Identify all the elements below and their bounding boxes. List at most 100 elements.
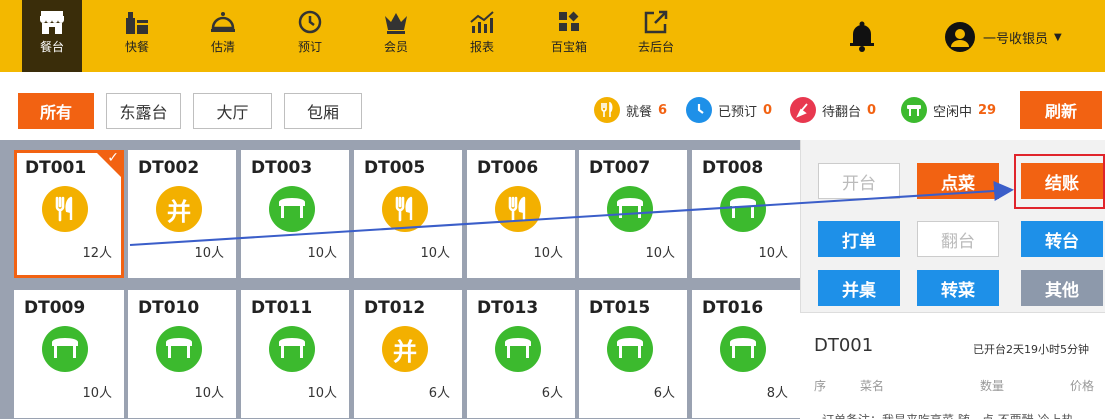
broom-icon: [790, 97, 816, 123]
table-card[interactable]: DT012 并 6人: [354, 290, 462, 418]
user-menu[interactable]: 一号收银员 ▼: [945, 22, 1062, 52]
nav-item-reservation[interactable]: 预订: [280, 0, 340, 72]
table-grid: DT001 12人 ✓ DT002 并 10人 DT003 10人 DT005 10人 DT006 1…: [0, 140, 800, 419]
table-seats: 10人: [82, 386, 112, 401]
table-card[interactable]: DT011 10人: [241, 290, 349, 418]
legend-count: 29: [978, 102, 997, 118]
refresh-button[interactable]: 刷新: [1020, 91, 1102, 129]
nav-label: 餐台: [39, 40, 64, 54]
order-table-name: DT001: [814, 335, 874, 356]
table-card[interactable]: DT005 10人: [354, 150, 462, 278]
open-table-button[interactable]: 开台: [818, 163, 900, 199]
table-icon: [720, 186, 766, 232]
nav-item-soldout[interactable]: 估清: [193, 0, 253, 72]
table-icon: [269, 326, 315, 372]
nav-item-fastfood[interactable]: 快餐: [107, 0, 167, 72]
legend-free: 空闲中 29: [901, 95, 996, 125]
legend-label: 就餐: [626, 104, 653, 120]
table-seats: 10人: [758, 246, 788, 261]
table-icon: [42, 326, 88, 372]
nav-label: 估清: [210, 40, 235, 54]
filter-all[interactable]: 所有: [18, 93, 94, 129]
merge-table-button[interactable]: 并桌: [818, 270, 900, 306]
check-icon: ✓: [107, 150, 119, 166]
legend-dining: 就餐 6: [594, 95, 667, 125]
transfer-table-button[interactable]: 转台: [1021, 221, 1103, 257]
filter-hall[interactable]: 大厅: [193, 93, 272, 129]
shop-icon: [40, 11, 64, 34]
table-icon: [607, 186, 653, 232]
table-seats: 10人: [533, 246, 563, 261]
other-button[interactable]: 其他: [1021, 270, 1103, 306]
table-name: DT011: [251, 298, 313, 318]
table-card[interactable]: DT001 12人 ✓: [14, 150, 124, 278]
column-header-qty: 数量: [980, 379, 1005, 393]
table-name: DT003: [251, 158, 313, 178]
table-seats: 6人: [541, 386, 563, 401]
flip-table-button[interactable]: 翻台: [917, 221, 999, 257]
utensils-icon: [382, 186, 428, 232]
table-name: DT005: [364, 158, 426, 178]
table-card[interactable]: DT015 6人: [579, 290, 687, 418]
utensils-icon: [594, 97, 620, 123]
nav-label: 快餐: [124, 40, 149, 54]
table-icon: [156, 326, 202, 372]
filter-private-room[interactable]: 包厢: [284, 93, 362, 129]
external-link-icon: [644, 10, 668, 34]
print-bill-button[interactable]: 打单: [818, 221, 900, 257]
table-card[interactable]: DT016 8人: [692, 290, 800, 418]
table-card[interactable]: DT009 10人: [14, 290, 124, 418]
order-opened-duration: 已开台2天19小时5分钟: [973, 343, 1089, 356]
table-card[interactable]: DT008 10人: [692, 150, 800, 278]
top-nav-bar: 餐台 快餐 估清 预订 会员 报表 百宝箱 去后台 一号收银员 ▼: [0, 0, 1105, 72]
table-name: DT007: [589, 158, 651, 178]
chart-icon: [470, 11, 494, 33]
table-seats: 10人: [194, 246, 224, 261]
column-header-index: 序: [814, 379, 827, 393]
nav-item-member[interactable]: 会员: [366, 0, 426, 72]
table-icon: [901, 97, 927, 123]
utensils-icon: [495, 186, 541, 232]
nav-item-reports[interactable]: 报表: [452, 0, 512, 72]
table-card[interactable]: DT002 并 10人: [128, 150, 236, 278]
table-name: DT015: [589, 298, 651, 318]
table-card[interactable]: DT013 6人: [467, 290, 575, 418]
legend-count: 6: [658, 102, 668, 118]
table-seats: 6人: [428, 386, 450, 401]
legend-count: 0: [763, 102, 773, 118]
table-name: DT010: [138, 298, 200, 318]
table-icon: [607, 326, 653, 372]
merged-glyph: 并: [167, 197, 191, 226]
table-card[interactable]: DT007 10人: [579, 150, 687, 278]
column-header-name: 菜名: [860, 379, 885, 393]
table-name: DT012: [364, 298, 426, 318]
table-card[interactable]: DT010 10人: [128, 290, 236, 418]
nav-item-tables[interactable]: 餐台: [22, 0, 82, 72]
move-dish-button[interactable]: 转菜: [917, 270, 999, 306]
table-seats: 12人: [82, 246, 112, 261]
order-details: DT001 已开台2天19小时5分钟 序 菜名 数量 价格 订单备注：我是来吃高…: [800, 312, 1105, 419]
table-name: DT009: [24, 298, 86, 318]
clock-icon: [298, 10, 322, 34]
order-dishes-button[interactable]: 点菜: [917, 163, 999, 199]
legend-reserved: 已预订 0: [686, 95, 772, 125]
nav-label: 会员: [383, 40, 408, 54]
table-seats: 10人: [420, 246, 450, 261]
cloche-icon: [211, 12, 235, 32]
table-icon: [269, 186, 315, 232]
nav-item-backend[interactable]: 去后台: [626, 0, 686, 72]
table-name: DT002: [138, 158, 200, 178]
nav-item-toolbox[interactable]: 百宝箱: [539, 0, 599, 72]
table-seats: 10人: [307, 386, 337, 401]
table-seats: 10人: [194, 386, 224, 401]
table-card[interactable]: DT006 10人: [467, 150, 575, 278]
chevron-down-icon: ▼: [1054, 31, 1062, 43]
legend-label: 空闲中: [933, 104, 973, 120]
bell-icon[interactable]: [847, 20, 877, 52]
filter-east-terrace[interactable]: 东露台: [106, 93, 181, 129]
table-icon: [720, 326, 766, 372]
clock-icon: [686, 97, 712, 123]
table-card[interactable]: DT003 10人: [241, 150, 349, 278]
table-seats: 10人: [645, 246, 675, 261]
table-name: DT008: [702, 158, 764, 178]
